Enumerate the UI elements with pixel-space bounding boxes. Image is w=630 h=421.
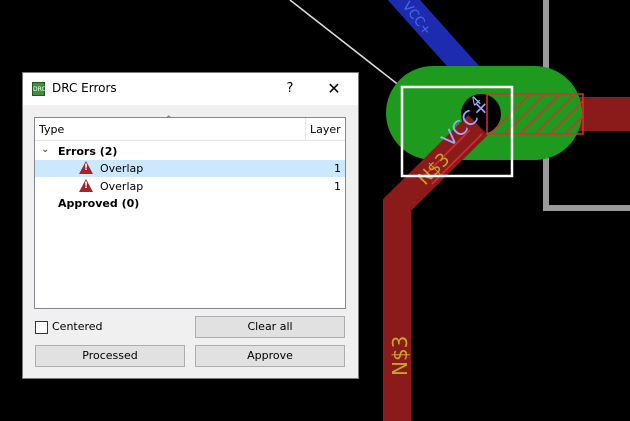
tree-item-overlap[interactable]: ! Overlap 1 <box>35 160 345 177</box>
drc-app-icon: DRC <box>32 82 46 96</box>
tree-item-overlap[interactable]: ! Overlap 1 <box>35 178 345 195</box>
column-header-type[interactable]: Type <box>39 123 64 136</box>
item-type: Overlap <box>100 162 144 175</box>
title-bar[interactable]: DRC DRC Errors ? ✕ <box>23 73 358 105</box>
item-layer: 1 <box>334 180 341 193</box>
item-layer: 1 <box>334 162 341 175</box>
centered-label[interactable]: Centered <box>52 320 103 333</box>
clear-all-button[interactable]: Clear all <box>195 316 345 338</box>
group-label: Errors (2) <box>58 145 118 158</box>
help-button[interactable]: ? <box>280 79 300 99</box>
centered-checkbox[interactable] <box>35 321 48 334</box>
sort-up-icon: ⌃ <box>165 115 173 125</box>
exclamation-icon: ! <box>83 163 89 173</box>
tree-group-approved[interactable]: Approved (0) <box>35 195 345 212</box>
approve-button[interactable]: Approve <box>195 345 345 367</box>
item-type: Overlap <box>100 180 144 193</box>
processed-button[interactable]: Processed <box>35 345 185 367</box>
exclamation-icon: ! <box>83 181 89 191</box>
net-vertical-label: N$3 <box>388 336 412 376</box>
chevron-down-icon[interactable]: ⌄ <box>41 144 49 155</box>
column-header-layer[interactable]: Layer <box>310 123 341 136</box>
column-divider[interactable] <box>305 118 306 140</box>
tree-header: Type ⌃ Layer <box>35 115 345 141</box>
drc-errors-dialog: DRC DRC Errors ? ✕ Type ⌃ Layer ⌄ Errors… <box>22 72 359 379</box>
error-tree[interactable]: Type ⌃ Layer ⌄ Errors (2) ! Overlap 1 ! … <box>34 115 346 309</box>
close-button[interactable]: ✕ <box>324 79 344 99</box>
tree-group-errors[interactable]: ⌄ Errors (2) <box>35 143 345 160</box>
group-label: Approved (0) <box>58 197 140 210</box>
dialog-title: DRC Errors <box>52 81 117 95</box>
